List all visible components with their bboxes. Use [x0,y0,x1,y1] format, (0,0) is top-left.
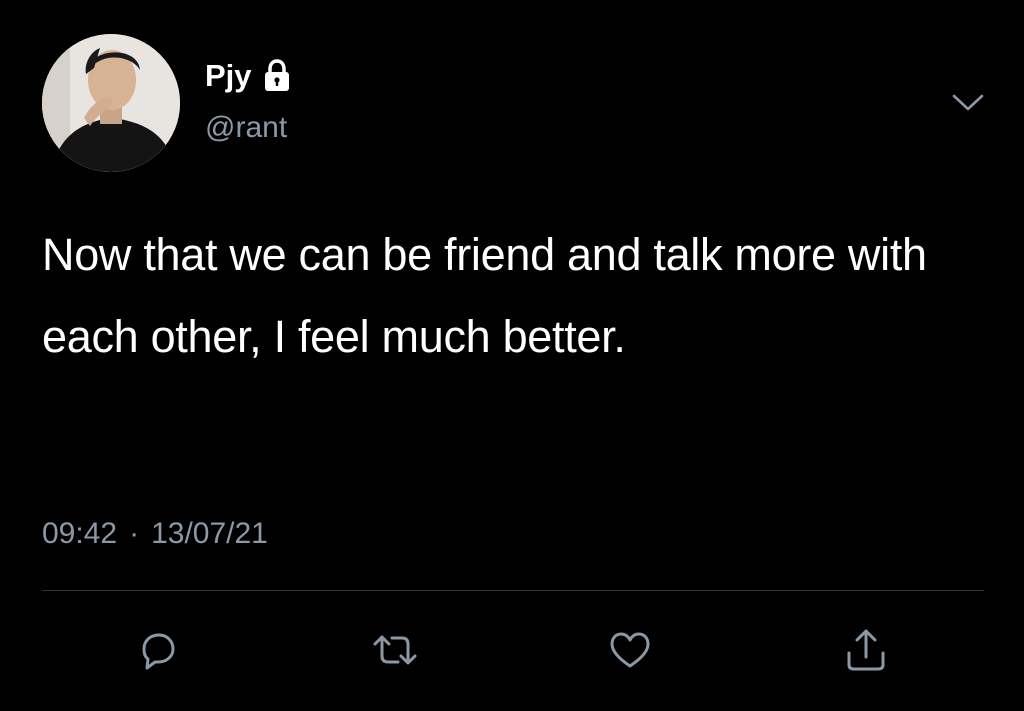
retweet-icon [373,635,417,665]
tweet-timestamp[interactable]: 09:42 · 13/07/21 [42,514,268,554]
share-icon [847,629,885,671]
like-button[interactable] [602,624,658,676]
avatar-photo [42,34,180,172]
reply-button[interactable] [130,624,186,676]
tweet-time: 09:42 [42,517,118,550]
chevron-down-icon[interactable] [948,88,988,116]
avatar[interactable] [42,34,180,172]
lock-icon [262,59,292,93]
share-button[interactable] [838,624,894,676]
author-handle[interactable]: @rant [205,108,287,148]
divider [42,590,984,591]
display-name[interactable]: Pjy [205,56,252,96]
reply-icon [142,633,175,670]
timestamp-separator: · [129,517,140,550]
tweet-date: 13/07/21 [151,517,268,550]
tweet-text: Now that we can be friend and talk more … [42,229,927,362]
retweet-button[interactable] [367,624,423,676]
heart-icon [610,632,650,668]
author-name-row: Pjy [205,56,292,96]
